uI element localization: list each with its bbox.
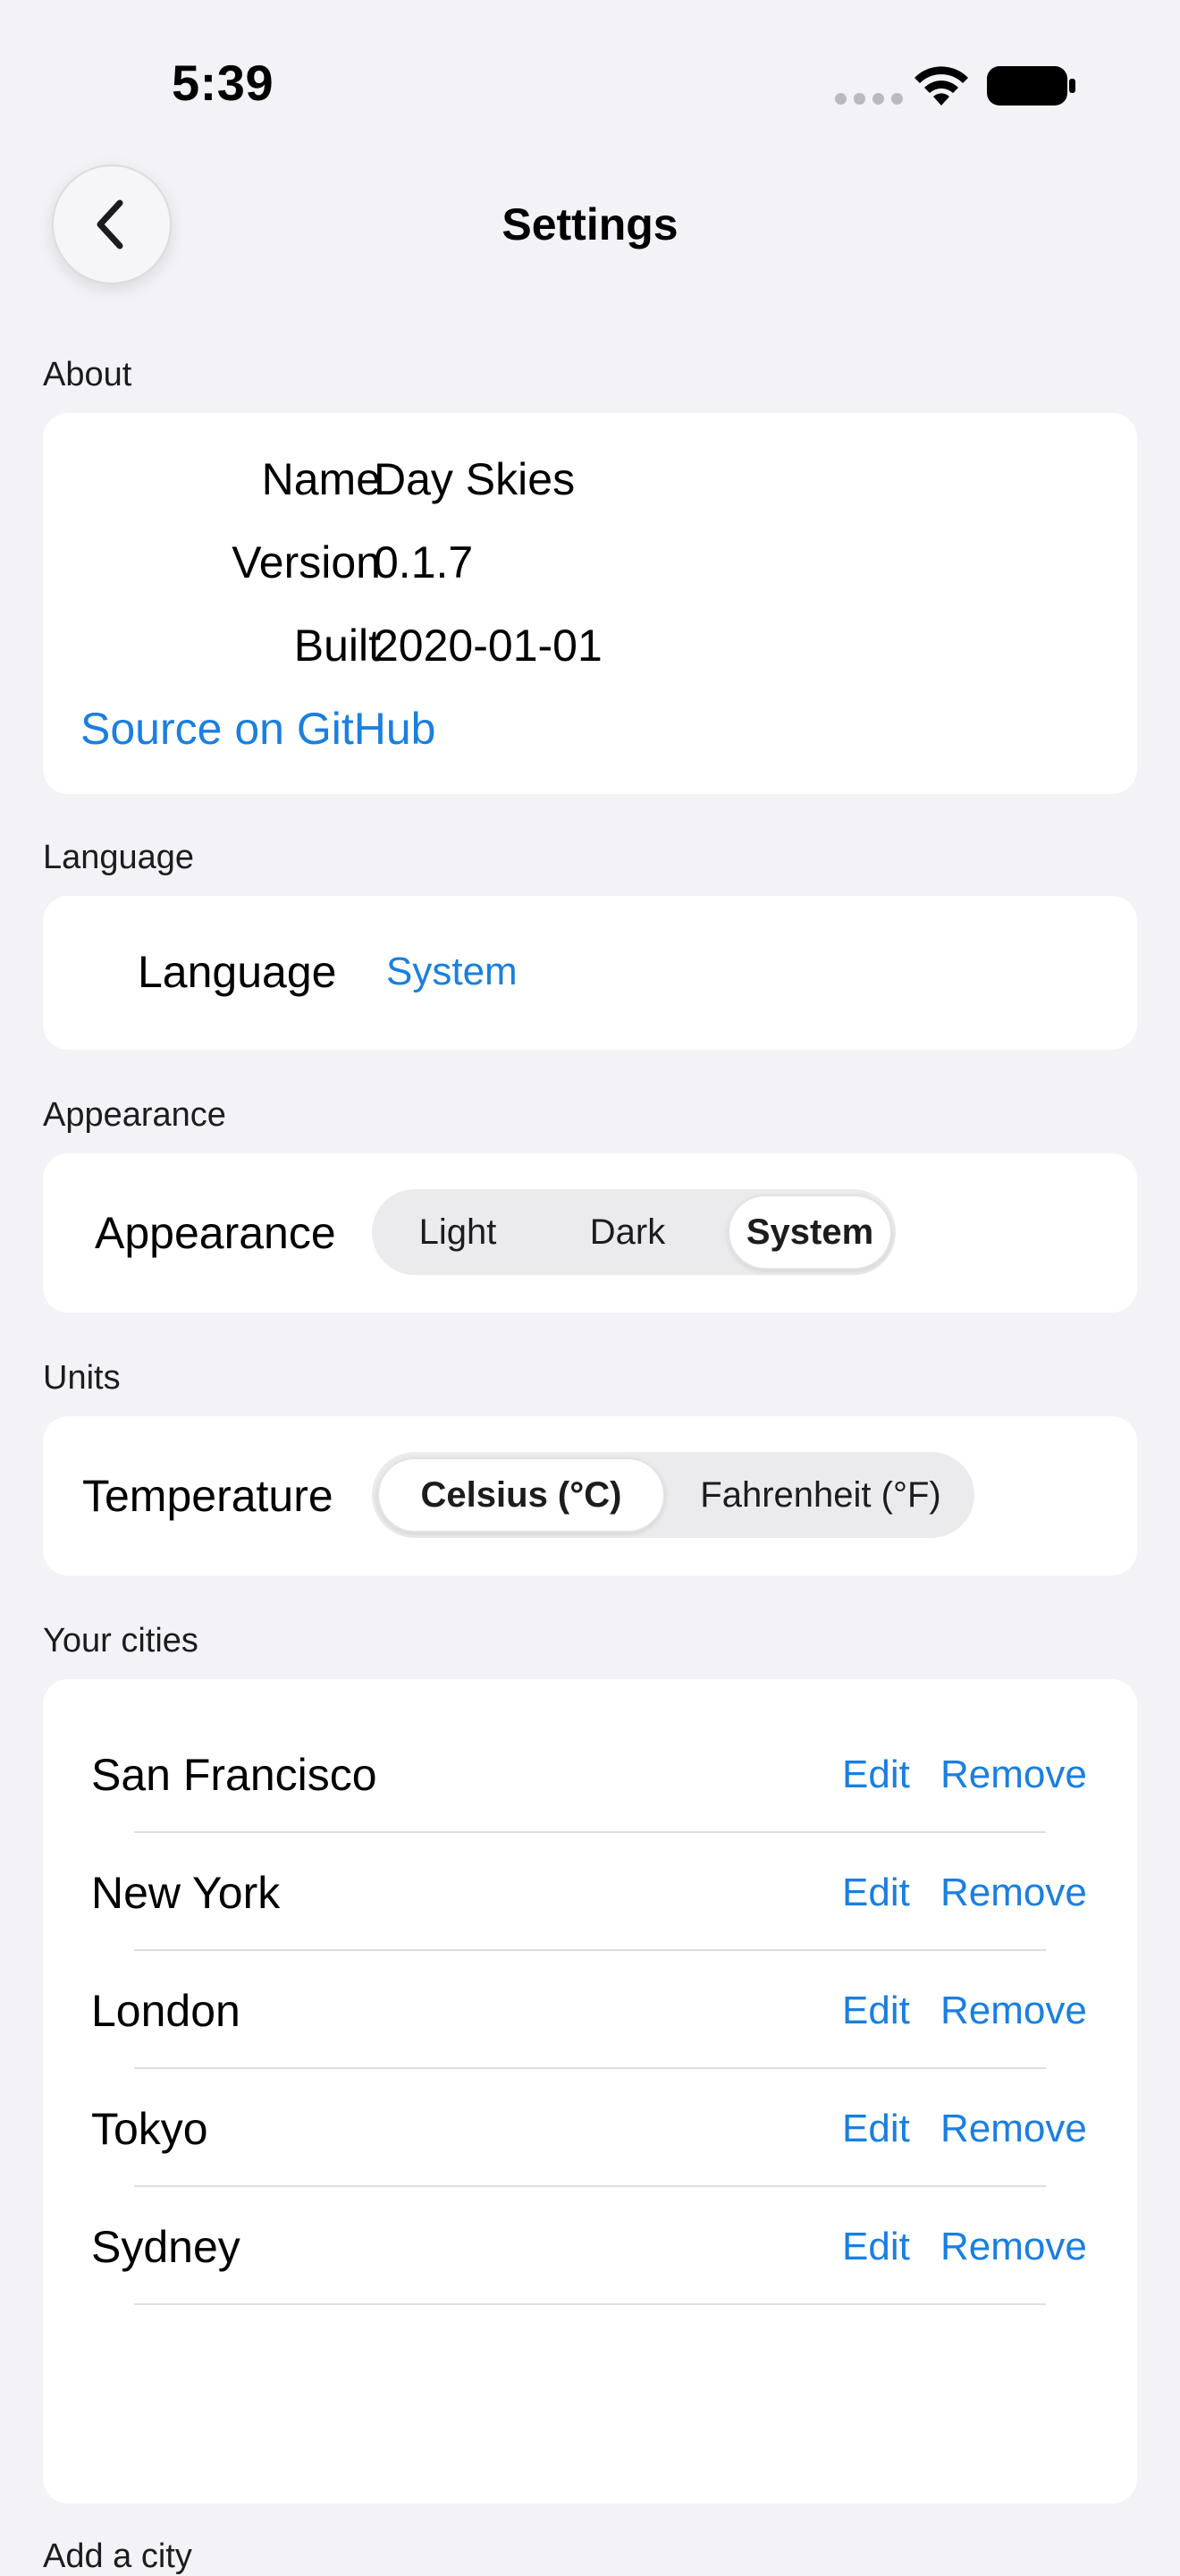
about-version-label: Version <box>232 537 381 587</box>
city-remove-button[interactable]: Remove <box>940 1989 1087 2033</box>
city-edit-button[interactable]: Edit <box>842 2225 910 2269</box>
section-label-units: Units <box>43 1359 121 1397</box>
section-label-about: About <box>43 356 132 393</box>
appearance-label: Appearance <box>95 1208 336 1258</box>
appearance-option-dark[interactable]: Dark <box>547 1195 708 1270</box>
city-name: London <box>91 1986 240 2036</box>
cities-card <box>43 1679 1137 2504</box>
temperature-option-celsius[interactable]: Celsius (°C) <box>377 1457 665 1533</box>
temperature-label: Temperature <box>82 1471 333 1521</box>
section-label-add-city: Add a city <box>43 2538 192 2575</box>
temperature-segmented-control: Celsius (°C) Fahrenheit (°F) <box>372 1452 974 1538</box>
list-divider <box>134 2185 1046 2187</box>
appearance-card: Appearance Light Dark System <box>43 1153 1137 1313</box>
city-edit-button[interactable]: Edit <box>842 2107 910 2151</box>
cellular-signal-icon <box>835 93 903 105</box>
language-picker[interactable]: System <box>386 950 518 994</box>
list-divider <box>134 1831 1046 1833</box>
city-edit-button[interactable]: Edit <box>842 1871 910 1915</box>
about-built-value: 2020-01-01 <box>374 621 603 671</box>
city-name: San Francisco <box>91 1750 377 1800</box>
city-remove-button[interactable]: Remove <box>940 2225 1087 2269</box>
city-name: Sydney <box>91 2222 240 2272</box>
about-built-label: Built <box>293 621 381 671</box>
city-edit-button[interactable]: Edit <box>842 1989 910 2033</box>
section-label-language: Language <box>43 839 195 876</box>
appearance-option-system[interactable]: System <box>728 1195 892 1270</box>
list-divider <box>134 2067 1046 2069</box>
list-divider <box>134 1949 1046 1951</box>
section-label-appearance: Appearance <box>43 1096 226 1134</box>
battery-icon <box>987 66 1075 106</box>
city-remove-button[interactable]: Remove <box>940 1871 1087 1915</box>
list-divider <box>134 2303 1046 2305</box>
temperature-option-fahrenheit[interactable]: Fahrenheit (°F) <box>670 1457 971 1533</box>
wifi-icon <box>914 66 968 106</box>
appearance-segmented-control: Light Dark System <box>372 1189 896 1275</box>
units-card: Temperature Celsius (°C) Fahrenheit (°F) <box>43 1416 1137 1575</box>
appearance-option-light[interactable]: Light <box>377 1195 538 1270</box>
status-time: 5:39 <box>172 55 274 111</box>
about-name-label: Name <box>261 454 381 504</box>
about-version-value: 0.1.7 <box>374 537 474 587</box>
section-label-cities: Your cities <box>43 1622 198 1660</box>
language-label: Language <box>138 947 337 997</box>
about-name-value: Day Skies <box>374 454 576 504</box>
source-github-link[interactable]: Source on GitHub <box>80 703 435 755</box>
city-remove-button[interactable]: Remove <box>940 2107 1087 2151</box>
language-card: Language System <box>43 896 1137 1050</box>
city-name: New York <box>91 1868 281 1918</box>
city-name: Tokyo <box>91 2104 208 2154</box>
city-edit-button[interactable]: Edit <box>842 1753 910 1797</box>
page-title: Settings <box>502 199 678 249</box>
about-card: Name Day Skies Version 0.1.7 Built 2020-… <box>43 413 1137 794</box>
city-remove-button[interactable]: Remove <box>940 1753 1087 1797</box>
